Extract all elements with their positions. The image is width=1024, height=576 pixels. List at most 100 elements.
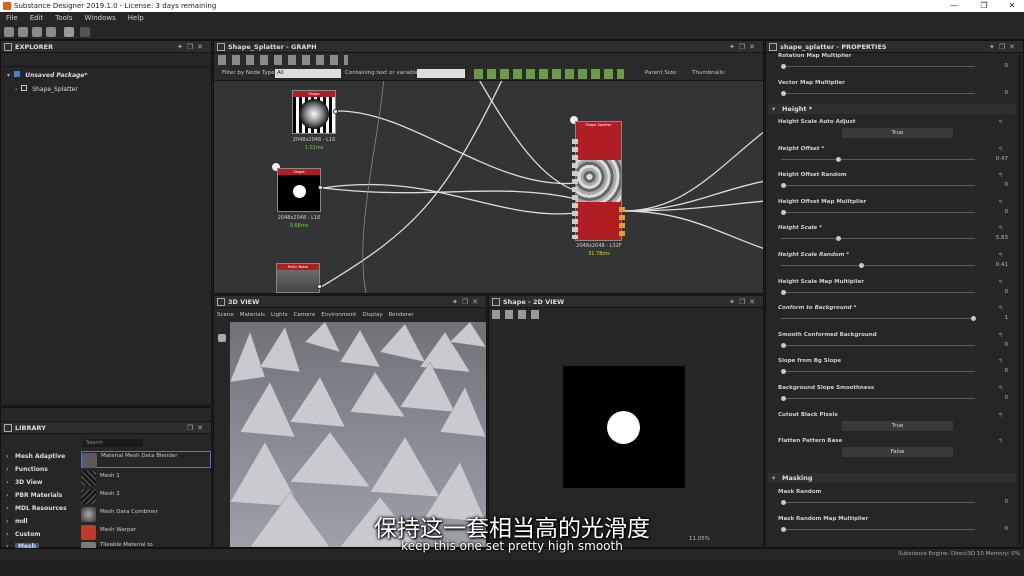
prop-value[interactable]: 0 xyxy=(990,90,1009,96)
undo-icon[interactable] xyxy=(64,27,74,37)
lib-cat-functions[interactable]: Functions xyxy=(6,466,48,473)
new-package-icon[interactable] xyxy=(4,27,14,37)
prop-value[interactable]: 1 xyxy=(990,315,1009,321)
graph-row[interactable]: › Shape_Splatter xyxy=(15,85,78,93)
prop-value[interactable]: 0 xyxy=(990,395,1009,401)
perlin-noise-node[interactable]: Perlin Noise xyxy=(276,263,320,293)
toggle-button[interactable]: True xyxy=(842,128,953,138)
prop-value[interactable]: 0 xyxy=(990,342,1009,348)
slider-knob[interactable] xyxy=(781,289,786,295)
slider[interactable] xyxy=(781,369,975,375)
slider[interactable] xyxy=(781,183,975,189)
2d-panel-controls-icon[interactable]: ✦❐✕ xyxy=(729,296,759,308)
toggle-button[interactable]: False xyxy=(842,447,953,458)
properties-controls-icon[interactable]: ✦❐✕ xyxy=(989,41,1019,53)
slider[interactable] xyxy=(781,263,975,268)
prop-value[interactable]: 0 xyxy=(990,63,1009,69)
properties-scrollbar[interactable] xyxy=(1018,55,1021,545)
slider[interactable] xyxy=(781,209,975,215)
menu-file[interactable]: File xyxy=(6,14,18,22)
slider-knob[interactable] xyxy=(858,263,864,268)
camera-icon[interactable] xyxy=(218,334,226,342)
graph-tool-icons[interactable] xyxy=(218,55,348,65)
input-ports[interactable] xyxy=(572,139,578,239)
filter-select[interactable]: All xyxy=(275,69,341,78)
lib-entry[interactable]: Mesh 1 xyxy=(81,470,211,487)
slider-knob[interactable] xyxy=(836,156,842,162)
reset-link-icon[interactable]: ↰ xyxy=(998,438,1003,445)
library-search-input[interactable]: Search xyxy=(83,439,143,447)
lib-cat-mesh-adaptive[interactable]: Mesh Adaptive xyxy=(6,453,65,460)
reset-link-icon[interactable]: ↰ xyxy=(998,385,1003,392)
reset-link-icon[interactable]: ↰ xyxy=(998,332,1003,339)
reset-link-icon[interactable]: ↰ xyxy=(998,358,1003,365)
containing-input[interactable] xyxy=(417,69,465,78)
lib-cat-3d-view[interactable]: 3D View xyxy=(6,479,43,486)
lib-entry[interactable]: Material Mesh Data Blender xyxy=(81,451,211,468)
graph-canvas[interactable]: Shape 2048x2048 - L16 1.01ms Shape 2048x… xyxy=(214,81,763,293)
slider-knob[interactable] xyxy=(781,500,786,505)
slider[interactable] xyxy=(781,500,975,505)
3d-tab-materials[interactable]: Materials xyxy=(240,312,265,318)
redo-icon[interactable] xyxy=(80,27,90,37)
slider-knob[interactable] xyxy=(781,342,786,348)
2d-tool-icons[interactable] xyxy=(492,310,542,319)
prop-value[interactable]: 0 xyxy=(990,289,1009,295)
library-controls-icon[interactable]: ❐✕ xyxy=(187,422,207,434)
masking-section[interactable]: ▾ Masking xyxy=(768,473,1016,483)
slider-knob[interactable] xyxy=(781,209,786,215)
slider[interactable] xyxy=(781,316,976,322)
minimize-button[interactable]: — xyxy=(940,0,968,12)
shape-node-1[interactable]: Shape xyxy=(292,90,336,134)
output-ports[interactable] xyxy=(619,207,625,237)
shape-splatter-node[interactable]: Shape Splatter xyxy=(575,121,622,241)
save-icon[interactable] xyxy=(46,27,56,37)
menu-tools[interactable]: Tools xyxy=(55,14,72,22)
lib-cat-pbr[interactable]: PBR Materials xyxy=(6,492,62,499)
prop-value[interactable]: 0 xyxy=(990,499,1009,505)
output-port[interactable] xyxy=(317,284,322,289)
slider-knob[interactable] xyxy=(781,396,786,401)
slider-knob[interactable] xyxy=(781,64,786,69)
prop-value[interactable]: 0.41 xyxy=(990,262,1008,268)
slider[interactable] xyxy=(781,156,975,162)
package-row[interactable]: ▾ Unsaved Package* xyxy=(7,71,88,79)
prop-value[interactable]: 0 xyxy=(990,368,1009,374)
reset-link-icon[interactable]: ↰ xyxy=(998,146,1003,153)
output-port[interactable] xyxy=(333,109,338,114)
restore-button[interactable]: ❐ xyxy=(970,0,998,12)
prop-value[interactable]: 0 xyxy=(990,209,1009,215)
reset-link-icon[interactable]: ↰ xyxy=(998,252,1003,259)
graph-panel-controls-icon[interactable]: ✦❐✕ xyxy=(729,41,759,53)
reset-link-icon[interactable]: ↰ xyxy=(998,305,1003,312)
3d-tab-scene[interactable]: Scene xyxy=(217,312,234,318)
reset-link-icon[interactable]: ↰ xyxy=(998,199,1003,206)
new-graph-icon[interactable] xyxy=(18,27,28,37)
3d-tab-display[interactable]: Display xyxy=(362,312,382,318)
slider[interactable] xyxy=(781,289,975,295)
3d-panel-controls-icon[interactable]: ✦❐✕ xyxy=(452,296,482,308)
3d-tab-lights[interactable]: Lights xyxy=(271,312,288,318)
height-section[interactable]: ▾ Height * xyxy=(768,104,1016,114)
menu-help[interactable]: Help xyxy=(128,14,144,22)
slider[interactable] xyxy=(781,236,975,242)
menu-edit[interactable]: Edit xyxy=(30,14,44,22)
open-icon[interactable] xyxy=(32,27,42,37)
3d-tab-camera[interactable]: Camera xyxy=(294,312,316,318)
reset-link-icon[interactable]: ↰ xyxy=(998,412,1003,419)
node-type-icons[interactable] xyxy=(474,69,624,79)
reset-link-icon[interactable]: ↰ xyxy=(998,225,1003,232)
3d-tab-renderer[interactable]: Renderer xyxy=(389,312,414,318)
slider[interactable] xyxy=(781,64,975,69)
output-port[interactable] xyxy=(318,185,323,190)
menu-windows[interactable]: Windows xyxy=(85,14,116,22)
close-button[interactable]: ✕ xyxy=(998,0,1024,12)
slider[interactable] xyxy=(781,91,975,96)
3d-tab-environment[interactable]: Environment xyxy=(321,312,356,318)
reset-link-icon[interactable]: ↰ xyxy=(998,172,1003,179)
panel-controls-icon[interactable]: ✦❐✕ xyxy=(177,41,207,53)
reset-link-icon[interactable]: ↰ xyxy=(998,279,1003,286)
lib-entry[interactable]: Mesh 2 xyxy=(81,488,211,505)
slider[interactable] xyxy=(781,342,975,348)
shape-node-2[interactable]: Shape xyxy=(277,168,321,212)
